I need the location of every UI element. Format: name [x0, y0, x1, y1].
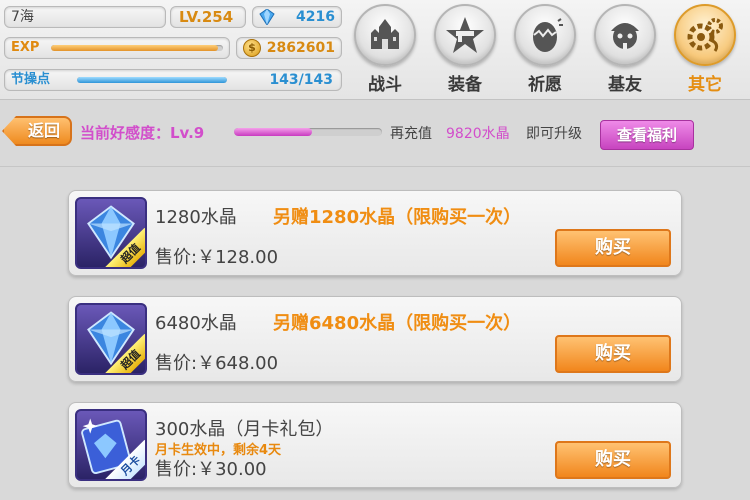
- castle-icon: [354, 4, 416, 66]
- crystal-counter: 4216: [252, 6, 342, 28]
- gold-count: 2862601: [266, 40, 335, 56]
- nav-other-label: 其它: [688, 75, 722, 95]
- crystal-pack-icon: 超值: [75, 197, 147, 269]
- crystal-icon: [259, 9, 275, 25]
- gun-star-icon: [434, 4, 496, 66]
- nav-friends-button[interactable]: 基友: [592, 4, 658, 98]
- back-button[interactable]: 返回: [2, 116, 72, 146]
- nav-wish-label: 祈愿: [528, 75, 562, 95]
- nav-wish-button[interactable]: 祈愿: [512, 4, 578, 98]
- product-price: 售价:￥648.00: [155, 353, 279, 374]
- recharge-prefix: 再充值: [390, 126, 432, 142]
- buy-button[interactable]: 购买: [555, 335, 671, 373]
- player-level: LV.254: [170, 6, 246, 28]
- stamina-bar: [77, 77, 227, 83]
- product-card: 超值 1280水晶 另赠1280水晶（限购买一次） 售价:￥128.00 购买: [68, 190, 682, 276]
- favor-progress-fill: [234, 128, 313, 136]
- monthly-card-icon: 月卡: [75, 409, 147, 481]
- stamina-bar-fill: [77, 77, 227, 83]
- stamina-label: 节操点: [11, 72, 51, 87]
- crystal-count: 4216: [296, 9, 335, 25]
- favor-progress-bar: [234, 128, 382, 136]
- stamina-bar-container: 节操点 143/143: [4, 69, 342, 91]
- nav-equipment-button[interactable]: 装备: [432, 4, 498, 98]
- gear-icon: [674, 4, 736, 66]
- nav-other-button[interactable]: 其它: [672, 4, 738, 98]
- exp-bar-fill: [51, 45, 218, 51]
- exp-label: EXP: [11, 40, 40, 55]
- product-price: 售价:￥30.00: [155, 459, 267, 480]
- buy-button[interactable]: 购买: [555, 229, 671, 267]
- player-name: 7海: [4, 6, 166, 28]
- nav-battle-button[interactable]: 战斗: [352, 4, 418, 98]
- product-card: 月卡 300水晶（月卡礼包） 月卡生效中，剩余4天 售价:￥30.00 购买: [68, 402, 682, 488]
- face-icon: [594, 4, 656, 66]
- exp-bar: [51, 45, 223, 51]
- product-name: 300水晶（月卡礼包）: [155, 419, 334, 440]
- recharge-amount: 9820水晶: [446, 126, 510, 142]
- recharge-suffix: 即可升级: [526, 126, 582, 142]
- product-name: 6480水晶: [155, 313, 237, 334]
- product-bonus: 另赠1280水晶（限购买一次）: [273, 207, 522, 228]
- divider: [0, 166, 750, 167]
- egg-icon: [514, 4, 576, 66]
- nav-friends-label: 基友: [608, 75, 642, 95]
- nav-battle-label: 战斗: [368, 75, 402, 95]
- gold-counter: $ 2862601: [236, 37, 342, 59]
- stamina-value: 143/143: [269, 72, 333, 88]
- coin-icon: $: [243, 39, 261, 57]
- top-hud: 7海 LV.254 4216 EXP $ 2862601 节操点 143/143…: [0, 0, 750, 100]
- favor-level-label: 当前好感度：Lv.9: [80, 124, 205, 142]
- product-bonus: 另赠6480水晶（限购买一次）: [273, 313, 522, 334]
- product-price: 售价:￥128.00: [155, 247, 279, 268]
- nav-equipment-label: 装备: [448, 75, 482, 95]
- buy-button[interactable]: 购买: [555, 441, 671, 479]
- crystal-pack-icon: 超值: [75, 303, 147, 375]
- view-benefits-button[interactable]: 查看福利: [600, 120, 694, 150]
- product-name: 1280水晶: [155, 207, 237, 228]
- exp-bar-container: EXP: [4, 37, 230, 59]
- product-card: 超值 6480水晶 另赠6480水晶（限购买一次） 售价:￥648.00 购买: [68, 296, 682, 382]
